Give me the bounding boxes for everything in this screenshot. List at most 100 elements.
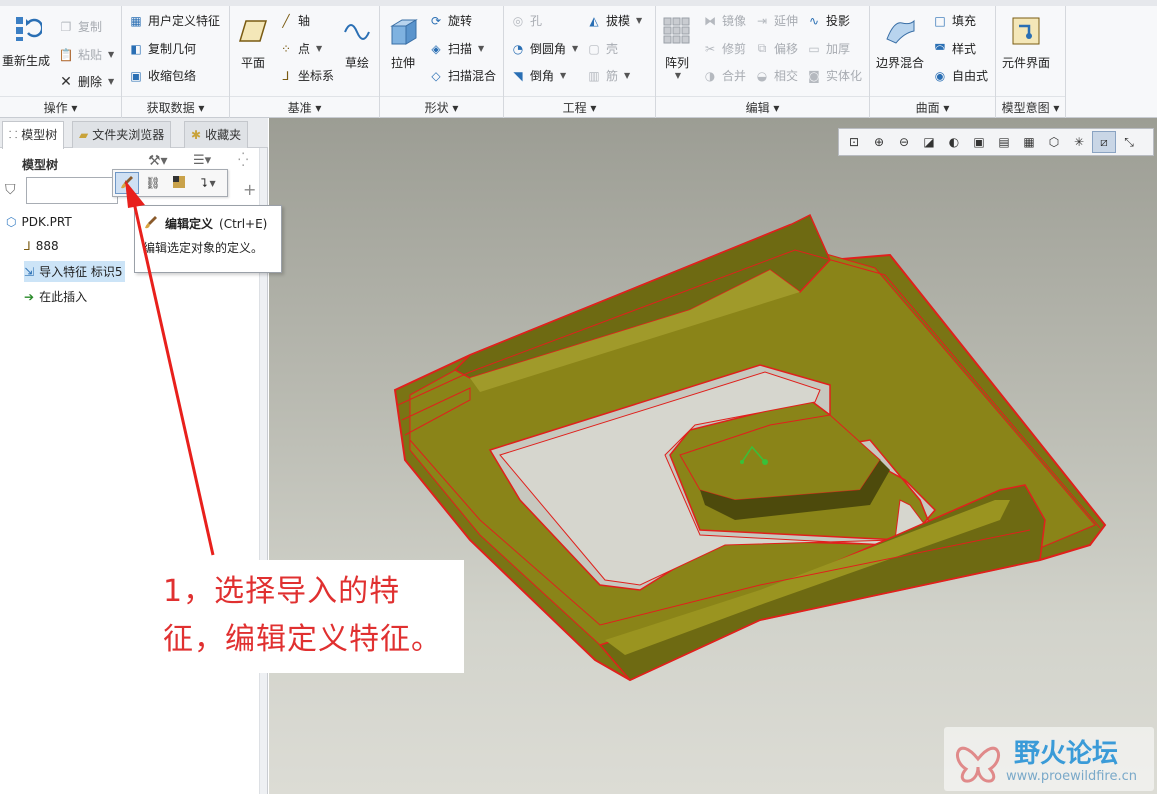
group-operations-label[interactable]: 操作 ▾: [0, 96, 121, 118]
chamfer-button[interactable]: ◥ 倒角 ▼: [510, 67, 566, 84]
user-defined-feature-button[interactable]: ▦ 用户定义特征: [128, 12, 220, 29]
intersect-button[interactable]: ◒ 相交: [754, 67, 798, 84]
hole-button[interactable]: ◎ 孔: [510, 12, 542, 29]
style-button[interactable]: ◚ 样式: [932, 40, 976, 57]
intersect-icon: ◒: [756, 68, 768, 83]
settings-icon[interactable]: ⚒▾: [148, 153, 168, 169]
sketch-icon: [340, 14, 374, 48]
group-get-data: ▦ 用户定义特征 ◧ 复制几何 ▣ 收缩包络 获取数据 ▾: [122, 6, 230, 118]
offset-button[interactable]: ⧉ 偏移: [754, 40, 798, 57]
group-surface-label[interactable]: 曲面 ▾: [870, 96, 995, 118]
tree-root[interactable]: ⬡ PDK.PRT: [6, 215, 72, 229]
shrinkwrap-button[interactable]: ▣ 收缩包络: [128, 67, 196, 84]
rib-button[interactable]: ▥ 筋 ▼: [586, 67, 630, 84]
perspective-button[interactable]: ⬡: [1042, 131, 1066, 153]
component-interface-button[interactable]: 元件界面: [1002, 14, 1050, 71]
extrude-icon: [386, 14, 420, 48]
project-button[interactable]: ∿ 投影: [806, 12, 850, 29]
tree-item-insert-here[interactable]: ➔ 在此插入: [24, 288, 87, 305]
trim-button[interactable]: ✂ 修剪: [702, 40, 746, 57]
view-manager-button[interactable]: ▦: [1017, 131, 1041, 153]
brush-icon: [119, 174, 135, 193]
group-shape-label[interactable]: 形状 ▾: [380, 96, 503, 118]
ribbon: 重新生成 ❐ 复制 📋 粘贴 ▼ ✕ 删除 ▼ 操作 ▾ ▦ 用户定义特征 ◧ 复制几何 ▣ 收…: [0, 0, 1157, 118]
boundary-blend-button[interactable]: 边界混合: [876, 14, 924, 71]
group-datum-label[interactable]: 基准 ▾: [230, 96, 379, 118]
repaint-button[interactable]: ◪: [917, 131, 941, 153]
saved-views-icon: ▤: [998, 135, 1010, 149]
copy-button[interactable]: ❐ 复制: [58, 18, 102, 35]
solidify-button[interactable]: ◙ 实体化: [806, 67, 862, 84]
boundary-blend-icon: [883, 14, 917, 48]
point-button[interactable]: ⁘ 点 ▼: [278, 40, 322, 57]
merge-button[interactable]: ◑ 合并: [702, 67, 746, 84]
hole-icon: ◎: [512, 13, 524, 28]
swept-blend-button[interactable]: ◇ 扫描混合: [428, 67, 496, 84]
tab-folder-browser[interactable]: ▰ 文件夹浏览器: [72, 121, 172, 148]
display-style-button[interactable]: ▣: [967, 131, 991, 153]
hide-button[interactable]: [167, 172, 191, 194]
zoom-out-button[interactable]: ⊖: [892, 131, 916, 153]
refit-button[interactable]: ⊡: [842, 131, 866, 153]
thicken-button[interactable]: ▭ 加厚: [806, 40, 850, 57]
display-style-icon: ▣: [973, 135, 985, 149]
datum-display-icon: ✳: [1073, 135, 1085, 149]
plane-button[interactable]: 平面: [236, 14, 270, 71]
annotation-display-button[interactable]: ⧄: [1092, 131, 1116, 153]
mirror-button[interactable]: ⧓ 镜像: [702, 12, 746, 29]
axis-button[interactable]: ╱ 轴: [278, 12, 310, 29]
freestyle-button[interactable]: ◉ 自由式: [932, 67, 988, 84]
delete-icon: ✕: [60, 73, 72, 90]
tree-item-import-feature[interactable]: ⇲ 导入特征 标识5: [24, 261, 125, 282]
round-button[interactable]: ◔ 倒圆角 ▼: [510, 40, 578, 57]
tab-model-tree[interactable]: ⸬ 模型树: [2, 121, 65, 149]
shell-button[interactable]: ▢ 壳: [586, 40, 618, 57]
extrude-button[interactable]: 拉伸: [386, 14, 420, 71]
regenerate-button[interactable]: 重新生成: [2, 12, 50, 69]
filter-input[interactable]: [26, 177, 118, 204]
edit-definition-button[interactable]: [115, 172, 139, 194]
group-edit-label[interactable]: 编辑 ▾: [656, 96, 869, 118]
delete-button[interactable]: ✕ 删除 ▼: [58, 73, 114, 90]
sweep-button[interactable]: ◈ 扫描 ▼: [428, 40, 484, 57]
fill-button[interactable]: □ 填充: [932, 12, 976, 29]
extend-button[interactable]: ⇥ 延伸: [754, 12, 798, 29]
tab-favorites[interactable]: ✱ 收藏夹: [184, 121, 249, 148]
add-icon[interactable]: +: [243, 180, 256, 199]
offset-icon: ⧉: [757, 41, 767, 55]
zoom-in-button[interactable]: ⊕: [867, 131, 891, 153]
saved-views-button[interactable]: ▤: [992, 131, 1016, 153]
edit-references-button[interactable]: ⛓: [141, 172, 165, 194]
group-edit: 阵列 ▼ ⧓ 镜像 ⇥ 延伸 ∿ 投影 ✂ 修剪 ⧉ 偏移 ▭ 加厚 ◑ 合并 ◒ 相交 ◙ 实体化…: [656, 6, 870, 118]
paste-icon: 📋: [58, 47, 74, 62]
datum-display-button[interactable]: ✳: [1067, 131, 1091, 153]
copy-geometry-icon: ◧: [130, 41, 142, 56]
graphics-window[interactable]: [269, 118, 1157, 794]
show-icon[interactable]: ☰▾: [193, 153, 211, 168]
csys-button[interactable]: ⅃ 坐标系: [278, 67, 334, 84]
tree-item-csys[interactable]: ⅃ 888: [24, 239, 59, 253]
freestyle-icon: ◉: [934, 68, 946, 83]
point-icon: ⁘: [280, 41, 292, 56]
paste-button[interactable]: 📋 粘贴 ▼: [58, 46, 115, 63]
revolve-button[interactable]: ⟳ 旋转: [428, 12, 472, 29]
chain-icon: ⛓: [145, 176, 161, 190]
group-engineering-label[interactable]: 工程 ▾: [504, 96, 655, 118]
sketch-button[interactable]: 草绘: [340, 14, 374, 71]
merge-icon: ◑: [704, 68, 716, 83]
draft-button[interactable]: ◭ 拔模 ▼: [586, 12, 642, 29]
tree-columns-icon[interactable]: ⁛: [238, 153, 248, 168]
group-model-intent-label[interactable]: 模型意图 ▾: [996, 96, 1065, 118]
more-options-button[interactable]: ⮧ ▼: [193, 172, 223, 194]
copy-geometry-button[interactable]: ◧ 复制几何: [128, 40, 196, 57]
render-options-button[interactable]: ◐: [942, 131, 966, 153]
style-icon: ◚: [934, 41, 946, 56]
group-get-data-label[interactable]: 获取数据 ▾: [122, 96, 229, 118]
mirror-icon: ⧓: [704, 13, 716, 28]
group-model-intent: 元件界面 模型意图 ▾: [996, 6, 1066, 118]
axis-icon: ╱: [282, 13, 290, 28]
spin-center-button[interactable]: ⤡: [1117, 131, 1141, 153]
tooltip-description: 编辑选定对象的定义。: [143, 241, 264, 255]
view-manager-icon: ▦: [1023, 135, 1035, 149]
pattern-button[interactable]: 阵列 ▼: [660, 14, 694, 80]
